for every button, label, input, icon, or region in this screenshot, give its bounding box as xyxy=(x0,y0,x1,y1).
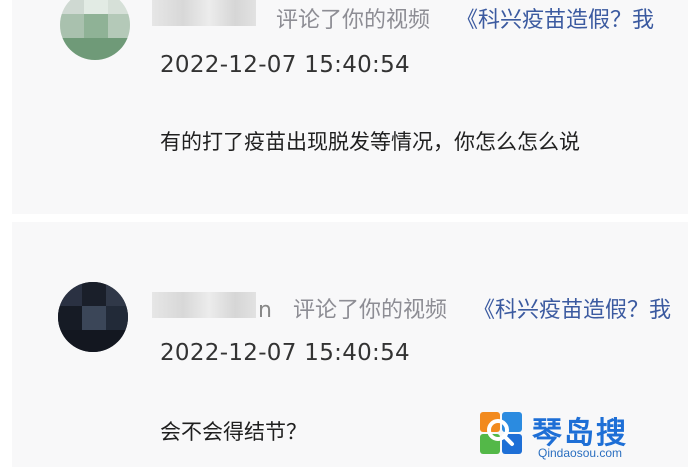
card-divider xyxy=(12,214,688,222)
comment-meta: n 评论了你的视频 《科兴疫苗造假？我 xyxy=(258,292,671,324)
video-title-link[interactable]: 《科兴疫苗造假？我 xyxy=(473,298,671,323)
action-text: 评论了你的视频 xyxy=(276,8,431,33)
comment-text: 有的打了疫苗出现脱发等情况，你怎么怎么说 xyxy=(160,130,580,154)
qindaosou-logo-icon xyxy=(480,412,522,454)
blurred-username[interactable] xyxy=(152,0,256,26)
blurred-username[interactable] xyxy=(152,292,256,318)
action-text: 评论了你的视频 xyxy=(292,298,447,323)
comment-timestamp: 2022-12-07 15:40:54 xyxy=(160,52,410,78)
avatar[interactable] xyxy=(58,282,128,352)
watermark-subtitle: Qindaosou.com xyxy=(538,446,623,460)
comment-timestamp: 2022-12-07 15:40:54 xyxy=(160,340,410,366)
comment-text: 会不会得结节？ xyxy=(160,420,307,444)
watermark: 琴岛搜 Qindaosou.com xyxy=(478,408,678,462)
username-suffix: n xyxy=(258,298,272,323)
avatar[interactable] xyxy=(60,0,130,60)
comment-meta: 评论了你的视频 《科兴疫苗造假？我 xyxy=(276,2,654,34)
video-title-link[interactable]: 《科兴疫苗造假？我 xyxy=(456,8,654,33)
